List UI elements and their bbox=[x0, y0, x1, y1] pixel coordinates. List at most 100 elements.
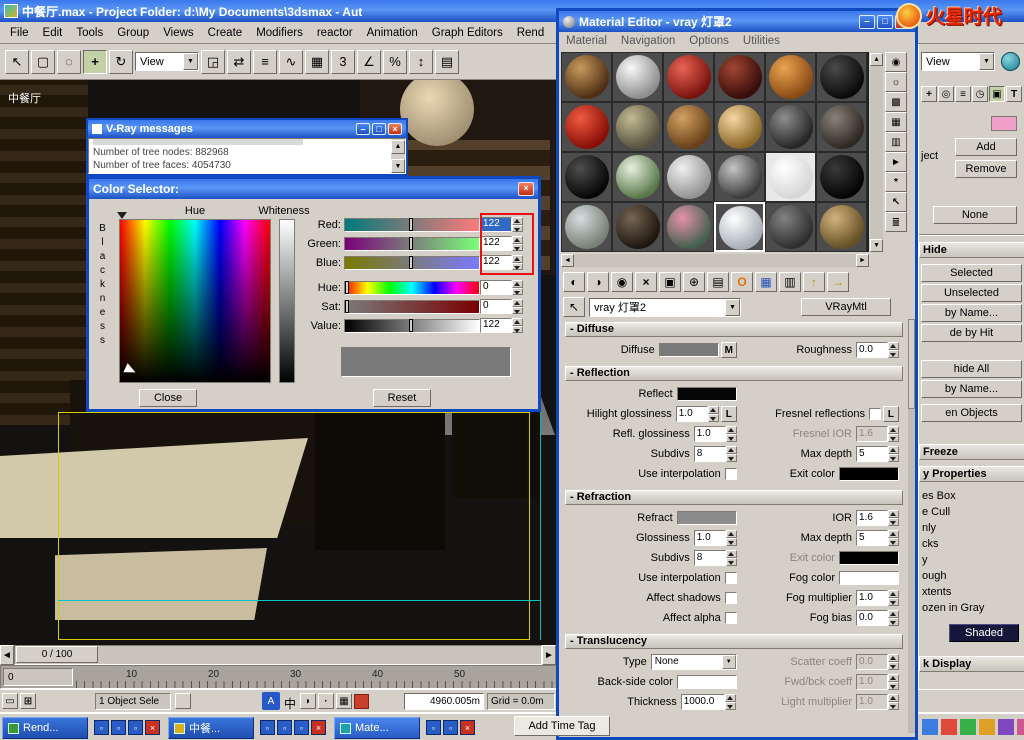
mini-window-icon[interactable]: ▫ bbox=[443, 720, 458, 735]
ior-spinner[interactable]: 1.6 bbox=[856, 510, 899, 526]
menu-utilities[interactable]: Utilities bbox=[736, 33, 787, 49]
material-sample[interactable] bbox=[765, 52, 816, 102]
menu-views[interactable]: Views bbox=[156, 25, 200, 41]
named-selection-sets-icon[interactable]: ▤ bbox=[435, 50, 459, 74]
refr-subdivs-spinner[interactable]: 8 bbox=[694, 550, 737, 566]
taskbar-button-scene[interactable]: 中餐... bbox=[168, 717, 254, 739]
go-forward-to-sibling-icon[interactable]: → bbox=[827, 272, 849, 292]
add-button[interactable]: Add bbox=[955, 138, 1017, 156]
material-sample[interactable] bbox=[714, 102, 765, 152]
time-slider-handle[interactable]: 0 / 100 bbox=[16, 646, 98, 663]
minimize-icon[interactable]: – bbox=[356, 123, 370, 135]
get-material-icon[interactable]: ◐ bbox=[563, 272, 585, 292]
shaded-button[interactable]: Shaded bbox=[949, 624, 1019, 642]
vray-messages-window[interactable]: V-Ray messages – □ × Number of tree node… bbox=[86, 118, 408, 176]
backside-color-swatch[interactable] bbox=[677, 675, 737, 689]
slider-thumb[interactable] bbox=[409, 256, 413, 269]
mini-close-icon[interactable]: × bbox=[145, 720, 160, 735]
ime-keyboard-icon[interactable]: ▦ bbox=[336, 693, 352, 709]
mini-window-icon[interactable]: ▫ bbox=[260, 720, 275, 735]
tray-icon[interactable] bbox=[1017, 719, 1024, 735]
refl-glossiness-spinner[interactable]: 1.0 bbox=[694, 426, 737, 442]
tray-icon[interactable] bbox=[960, 719, 976, 735]
make-unique-icon[interactable]: ⊕ bbox=[683, 272, 705, 292]
prop-backface-cull[interactable]: e Cull bbox=[922, 506, 950, 518]
select-object-icon[interactable]: ↖ bbox=[5, 50, 29, 74]
backlight-icon[interactable]: ☼ bbox=[885, 72, 907, 92]
thickness-spinner[interactable]: 1000.0 bbox=[681, 694, 737, 710]
slider-thumb[interactable] bbox=[345, 281, 349, 294]
material-sample-selected[interactable] bbox=[714, 202, 765, 252]
viewport-label[interactable]: 中餐厅 bbox=[8, 90, 41, 106]
angle-snap-icon[interactable]: ∠ bbox=[357, 50, 381, 74]
display-properties-header[interactable]: y Properties bbox=[919, 466, 1024, 482]
tray-icon[interactable] bbox=[979, 719, 995, 735]
align-icon[interactable]: ≡ bbox=[253, 50, 277, 74]
prop-ignore-extents[interactable]: xtents bbox=[922, 586, 951, 598]
fresnel-reflections-checkbox[interactable] bbox=[869, 408, 881, 420]
assign-material-to-selection-icon[interactable]: ◉ bbox=[611, 272, 633, 292]
material-sample[interactable] bbox=[663, 152, 714, 202]
material-sample[interactable] bbox=[612, 52, 663, 102]
material-editor-titlebar[interactable]: Material Editor - vray 灯罩2 – □ × bbox=[559, 11, 915, 32]
mini-window-icon[interactable]: ▫ bbox=[128, 720, 143, 735]
select-by-material-icon[interactable]: ↖ bbox=[885, 192, 907, 212]
schematic-view-icon[interactable]: ▦ bbox=[305, 50, 329, 74]
tray-icon[interactable] bbox=[998, 719, 1014, 735]
hilight-glossiness-spinner[interactable]: 1.0 bbox=[676, 406, 719, 422]
mini-window-icon[interactable]: ▫ bbox=[426, 720, 441, 735]
percent-snap-icon[interactable]: % bbox=[383, 50, 407, 74]
mini-window-icon[interactable]: ▫ bbox=[94, 720, 109, 735]
scroll-thumb[interactable] bbox=[908, 319, 915, 409]
combo-arrow-icon[interactable]: ▼ bbox=[979, 53, 994, 70]
refr-max-depth-spinner[interactable]: 5 bbox=[856, 530, 899, 546]
vray-scrollbar[interactable]: ▲ ▼ bbox=[391, 139, 405, 173]
material-sample[interactable] bbox=[765, 202, 816, 252]
put-material-to-scene-icon[interactable]: ◑ bbox=[587, 272, 609, 292]
track-left-arrow-icon[interactable]: ◄ bbox=[0, 645, 14, 665]
menu-group[interactable]: Group bbox=[110, 25, 156, 41]
spin-up-icon[interactable] bbox=[512, 299, 523, 307]
material-map-navigator-icon[interactable]: ≣ bbox=[885, 212, 907, 232]
refract-color-swatch[interactable] bbox=[677, 511, 737, 525]
menu-options[interactable]: Options bbox=[682, 33, 736, 49]
scroll-down-icon[interactable]: ▼ bbox=[391, 159, 405, 173]
ime-softkey-icon[interactable]: ◗ bbox=[300, 693, 316, 709]
fog-multiplier-spinner[interactable]: 1.0 bbox=[856, 590, 899, 606]
put-to-library-icon[interactable]: ▤ bbox=[707, 272, 729, 292]
hide-rollout-header[interactable]: Hide bbox=[919, 242, 1024, 258]
material-sample[interactable] bbox=[765, 102, 816, 152]
hue-value-field[interactable]: 0 bbox=[480, 280, 512, 295]
tab-hierarchy-icon[interactable]: ≡ bbox=[955, 86, 971, 102]
value-spinner[interactable] bbox=[512, 318, 523, 333]
prop-frozen-in-gray[interactable]: ozen in Gray bbox=[922, 602, 984, 614]
track-right-arrow-icon[interactable]: ► bbox=[542, 645, 556, 665]
sample-uv-tiling-icon[interactable]: ▦ bbox=[885, 112, 907, 132]
fog-color-swatch[interactable] bbox=[839, 571, 899, 585]
tab-display-icon[interactable]: ▣ bbox=[989, 86, 1005, 102]
panel-view-combo[interactable]: View▼ bbox=[921, 52, 995, 71]
rollout-scrollbar[interactable] bbox=[908, 319, 915, 733]
maximize-icon[interactable]: □ bbox=[372, 123, 386, 135]
hue-spinner[interactable] bbox=[512, 280, 523, 295]
diffuse-color-swatch[interactable] bbox=[659, 343, 719, 357]
background-icon[interactable]: ▩ bbox=[885, 92, 907, 112]
hide-by-name-button[interactable]: by Name... bbox=[921, 304, 1022, 322]
remove-button[interactable]: Remove bbox=[955, 160, 1017, 178]
hidden-objects-button[interactable]: en Objects bbox=[921, 404, 1022, 422]
menu-create[interactable]: Create bbox=[201, 25, 250, 41]
material-sample[interactable] bbox=[816, 102, 867, 152]
taskbar-button-render[interactable]: Rend... bbox=[2, 717, 88, 739]
show-map-in-viewport-icon[interactable]: ▦ bbox=[755, 272, 777, 292]
scroll-down-icon[interactable]: ▼ bbox=[870, 239, 883, 252]
affect-shadows-checkbox[interactable] bbox=[725, 592, 737, 604]
refr-use-interpolation-checkbox[interactable] bbox=[725, 572, 737, 584]
fresnel-lock-button[interactable]: L bbox=[883, 406, 899, 422]
spin-up-icon[interactable] bbox=[512, 318, 523, 326]
hue-blackness-picker[interactable] bbox=[119, 219, 271, 383]
add-time-tag-button[interactable]: Add Time Tag bbox=[514, 716, 610, 736]
ime-language-label[interactable]: 中 bbox=[284, 695, 296, 712]
material-sample[interactable] bbox=[561, 52, 612, 102]
color-selector-titlebar[interactable]: Color Selector: × bbox=[89, 179, 538, 199]
scroll-up-icon[interactable]: ▲ bbox=[391, 140, 405, 154]
